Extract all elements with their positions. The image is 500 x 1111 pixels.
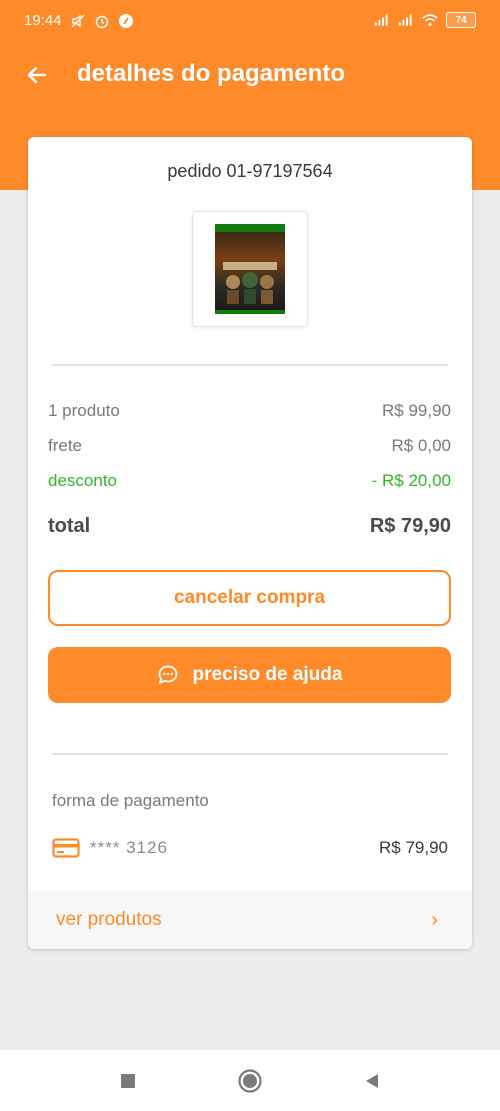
arrow-left-icon <box>27 66 47 84</box>
home-button[interactable] <box>235 1066 265 1096</box>
mute-icon <box>71 14 85 27</box>
help-button[interactable]: preciso de ajuda <box>48 647 451 703</box>
signal-icon <box>398 14 412 26</box>
cancel-purchase-button[interactable]: cancelar compra <box>48 570 451 626</box>
total-value: R$ 79,90 <box>369 515 451 537</box>
status-right: 74 <box>374 12 476 28</box>
payment-method-row: **** 3126 R$ 79,90 <box>52 835 448 861</box>
summary-row-discount: desconto - R$ 20,00 <box>48 471 451 491</box>
discount-label: desconto <box>48 471 117 490</box>
divider <box>52 364 448 366</box>
alarm-icon <box>95 15 108 28</box>
view-products-label: ver produtos <box>56 909 162 930</box>
product-thumbnail[interactable] <box>192 211 308 327</box>
signal-icon <box>374 14 388 26</box>
shipping-value: R$ 0,00 <box>391 436 451 455</box>
battery-icon: 74 <box>446 12 476 28</box>
status-left: 19:44 <box>24 12 134 29</box>
game-art-icon <box>223 262 277 304</box>
summary-row-shipping: frete R$ 0,00 <box>48 436 451 456</box>
summary-row-total: total R$ 79,90 <box>48 515 451 538</box>
divider <box>52 753 448 755</box>
page-title: detalhes do pagamento <box>77 60 346 87</box>
summary-row-products: 1 produto R$ 99,90 <box>48 401 451 421</box>
back-nav-button[interactable] <box>357 1066 387 1096</box>
view-products-link[interactable]: ver produtos › <box>28 891 472 949</box>
triangle-back-icon <box>366 1073 378 1088</box>
recents-button[interactable] <box>113 1066 143 1096</box>
card-masked-number: **** 3126 <box>90 838 169 857</box>
system-nav-bar <box>0 1050 500 1111</box>
square-icon <box>121 1073 135 1088</box>
payment-details-card: pedido 01-97197564 1 produto R$ 99,90 fr… <box>28 137 472 949</box>
notification-icon <box>118 13 133 28</box>
total-label: total <box>48 515 91 537</box>
game-cover-image <box>215 224 285 314</box>
discount-value: - R$ 20,00 <box>371 471 451 490</box>
payment-method-label: forma de pagamento <box>52 791 209 810</box>
order-id: pedido 01-97197564 <box>167 161 333 181</box>
help-label: preciso de ajuda <box>192 664 343 685</box>
battery-level: 74 <box>455 14 467 26</box>
back-button[interactable] <box>20 58 54 92</box>
chevron-right-icon: › <box>431 908 438 931</box>
status-bar: 19:44 74 <box>0 0 500 40</box>
home-circle-icon <box>238 1068 262 1093</box>
shipping-label: frete <box>48 436 83 455</box>
wifi-icon <box>422 14 438 27</box>
payment-amount: R$ 79,90 <box>379 838 448 857</box>
products-value: R$ 99,90 <box>382 401 451 420</box>
cancel-purchase-label: cancelar compra <box>173 587 326 608</box>
status-time: 19:44 <box>24 12 62 29</box>
chat-bubble-icon <box>158 665 177 684</box>
credit-card-icon <box>52 838 80 858</box>
products-label: 1 produto <box>48 401 120 420</box>
